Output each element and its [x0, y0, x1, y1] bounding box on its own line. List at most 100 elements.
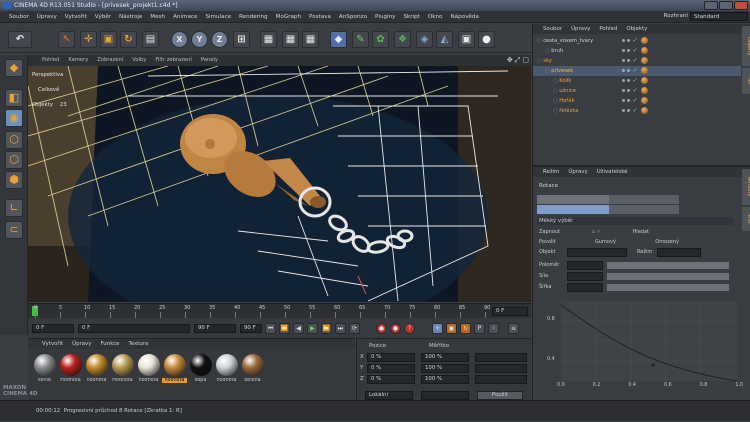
make-editable-icon[interactable]: ◆	[5, 59, 23, 77]
viewport-menu-item[interactable]: Volby	[132, 55, 146, 66]
timeline-end-field[interactable]: 0 F	[492, 307, 528, 316]
rotation-field[interactable]	[475, 375, 527, 384]
prev-key-icon[interactable]: ⏪	[279, 323, 290, 334]
attributes-tab[interactable]: Atributy	[742, 169, 750, 205]
viewport-nav-icons[interactable]: ✥⤢▢	[507, 56, 531, 65]
scene-icon[interactable]: ◭	[436, 31, 453, 48]
object-row[interactable]: ◌ sky ✓	[533, 56, 741, 66]
object-flags[interactable]: ✓	[621, 106, 638, 116]
go-to-start-icon[interactable]: ⏮	[265, 323, 276, 334]
falloff-graph[interactable]: 0.0 0.2 0.4 0.6 0.8 1.0 0.8 0.4	[547, 297, 743, 397]
array-icon[interactable]: ❖	[394, 31, 411, 48]
points-mode-icon[interactable]: ⬡	[5, 131, 23, 149]
select-icon[interactable]: ↖	[58, 31, 75, 48]
x-axis-lock[interactable]: X	[171, 31, 188, 48]
object-row[interactable]: ◌ bruh ✓	[533, 46, 741, 56]
rotation-field[interactable]	[475, 364, 527, 373]
autokey-icon[interactable]: ●	[390, 323, 401, 334]
object-menu-item[interactable]: Soubor	[543, 24, 562, 34]
object-tag-icon[interactable]	[641, 107, 648, 114]
render-settings-icon[interactable]: ▦	[302, 31, 319, 48]
slider-value-field[interactable]	[567, 261, 603, 270]
recent-tools-icon[interactable]: ▤	[142, 31, 159, 48]
slider-track[interactable]	[607, 262, 729, 269]
object-tag-icon[interactable]	[641, 77, 648, 84]
current-frame-field[interactable]: 0 F	[78, 324, 190, 333]
attribute-menu-item[interactable]: Režim	[543, 167, 559, 177]
close-button[interactable]	[734, 1, 748, 10]
object-flags[interactable]: ✓	[621, 96, 638, 106]
object-row[interactable]: ◌ Kolík ✓	[533, 76, 741, 86]
object-mode-icon[interactable]: ◉	[5, 109, 23, 127]
play-back-icon[interactable]: ◀	[293, 323, 304, 334]
timeline[interactable]: 0 5 10 15 20 25 30 35 40 45 50 55 60 65 70 75 80 85 90 0 F	[28, 303, 531, 318]
object-tag-icon[interactable]	[641, 67, 648, 74]
objects-tab[interactable]: Objekty	[742, 26, 750, 66]
slider-track[interactable]	[607, 273, 729, 280]
max-frame-field[interactable]: 90 F	[240, 324, 262, 333]
menu-item[interactable]: Animace	[172, 14, 198, 20]
edges-mode-icon[interactable]: ⬡	[5, 151, 23, 169]
structure-tab[interactable]: Str	[742, 68, 750, 94]
material-swatch[interactable]: obloha	[240, 354, 265, 386]
menu-item[interactable]: Okno	[427, 14, 444, 20]
layout-dropdown[interactable]: Standard	[690, 12, 748, 21]
size-mode-dropdown[interactable]	[421, 391, 469, 400]
object-flags[interactable]: ✓	[621, 56, 638, 66]
deformer-icon[interactable]: ◈	[416, 31, 433, 48]
menu-item[interactable]: Vytvořit	[64, 14, 88, 20]
record-icon[interactable]: ●	[376, 323, 387, 334]
viewport-menu-item[interactable]: Zobrazení	[97, 55, 123, 66]
object-flags[interactable]: ✓	[621, 46, 638, 56]
object-menu-item[interactable]: Pohled	[599, 24, 617, 34]
viewport-menu-item[interactable]: Pohled	[42, 55, 59, 66]
object-row[interactable]: ◌ Hořák ✓	[533, 96, 741, 106]
object-flags[interactable]: ✓	[621, 36, 638, 46]
menu-item[interactable]: Soubor	[8, 14, 30, 20]
menu-item[interactable]: Nástroje	[118, 14, 143, 20]
z-axis-lock[interactable]: Z	[211, 31, 228, 48]
polygons-mode-icon[interactable]: ⬢	[5, 171, 23, 189]
rotation-field[interactable]	[475, 353, 527, 362]
object-flags[interactable]: ✓	[621, 66, 638, 76]
object-tag-icon[interactable]	[641, 87, 648, 94]
subdivision-icon[interactable]: ✿	[372, 31, 389, 48]
attribute-menu-item[interactable]: Uživatelské	[597, 167, 628, 177]
timeline-menu-icon[interactable]: ≡	[508, 323, 519, 334]
menu-item[interactable]: Nápověda	[449, 14, 479, 20]
menu-item[interactable]: Rendering	[238, 14, 269, 20]
menu-item[interactable]: Úpravy	[36, 14, 58, 20]
menu-item[interactable]: Simulace	[204, 14, 232, 20]
end-frame-field[interactable]: 90 F	[194, 324, 236, 333]
render-picture-icon[interactable]: ▦	[282, 31, 299, 48]
menu-item[interactable]: AnSporizo	[338, 14, 368, 20]
viewport[interactable]: Perspektiva Celkově Objekty 23	[28, 66, 531, 302]
attr-tab-1[interactable]	[537, 195, 609, 204]
material-swatch[interactable]: hodnota	[136, 354, 161, 386]
scale-field[interactable]: 100 %	[421, 353, 469, 362]
undo-icon[interactable]: ↶	[8, 31, 32, 48]
light-icon[interactable]: ●	[478, 31, 495, 48]
keyframe-selection-icon[interactable]: ?	[404, 323, 415, 334]
material-swatch[interactable]: Hodnota	[110, 354, 135, 386]
slider-track[interactable]	[607, 284, 729, 291]
render-view-icon[interactable]: ▦	[260, 31, 277, 48]
object-tag-icon[interactable]	[641, 37, 648, 44]
axis-mode-icon[interactable]: ∟	[5, 199, 23, 217]
attr-mode-dropdown[interactable]	[657, 248, 701, 257]
start-frame-field[interactable]: 0 F	[32, 324, 74, 333]
object-row[interactable]: ◌ cesta_voxem_tvary ✓	[533, 36, 741, 46]
object-tag-icon[interactable]	[641, 47, 648, 54]
object-menu-item[interactable]: Objekty	[626, 24, 647, 34]
camera-icon[interactable]: ▣	[458, 31, 475, 48]
rotate-icon[interactable]: ↻	[120, 31, 137, 48]
menu-item[interactable]: Pluginy	[374, 14, 396, 20]
object-menu-item[interactable]: Úpravy	[571, 24, 590, 34]
position-field[interactable]: 0 %	[367, 364, 415, 373]
object-tag-icon[interactable]	[641, 57, 648, 64]
viewport-menu-item[interactable]: Kamery	[68, 55, 88, 66]
layers-tab[interactable]: Vrst	[742, 207, 750, 231]
scale-icon[interactable]: ▣	[100, 31, 117, 48]
attr-tab-soft-selection[interactable]	[537, 205, 609, 214]
attr-object-dropdown[interactable]	[567, 248, 627, 257]
